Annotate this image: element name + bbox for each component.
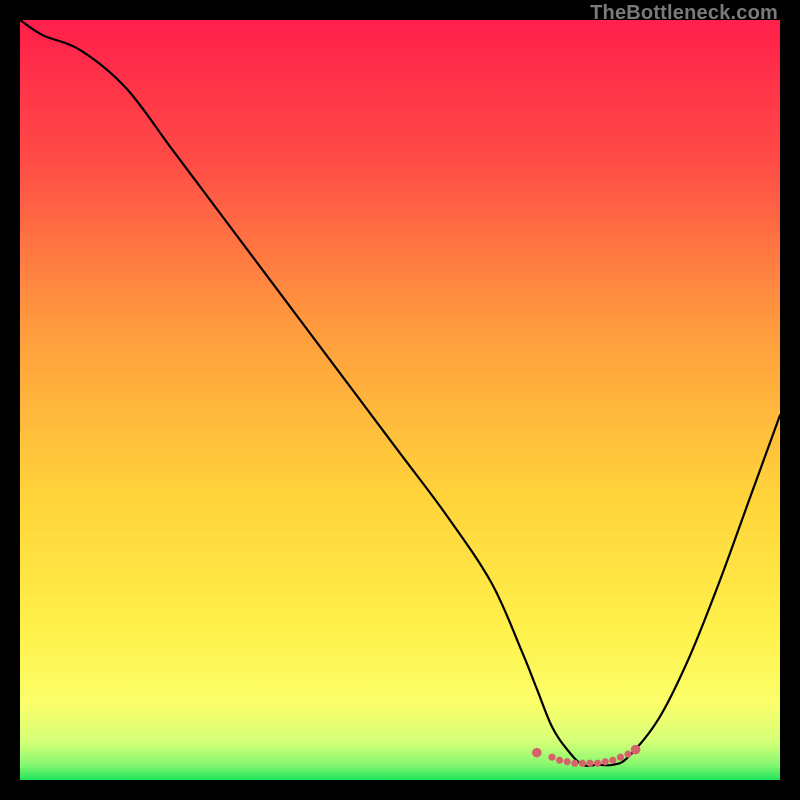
- plot-area: [20, 20, 780, 780]
- gradient-background: [20, 20, 780, 780]
- watermark-text: TheBottleneck.com: [590, 2, 778, 25]
- frame: TheBottleneck.com: [0, 0, 800, 800]
